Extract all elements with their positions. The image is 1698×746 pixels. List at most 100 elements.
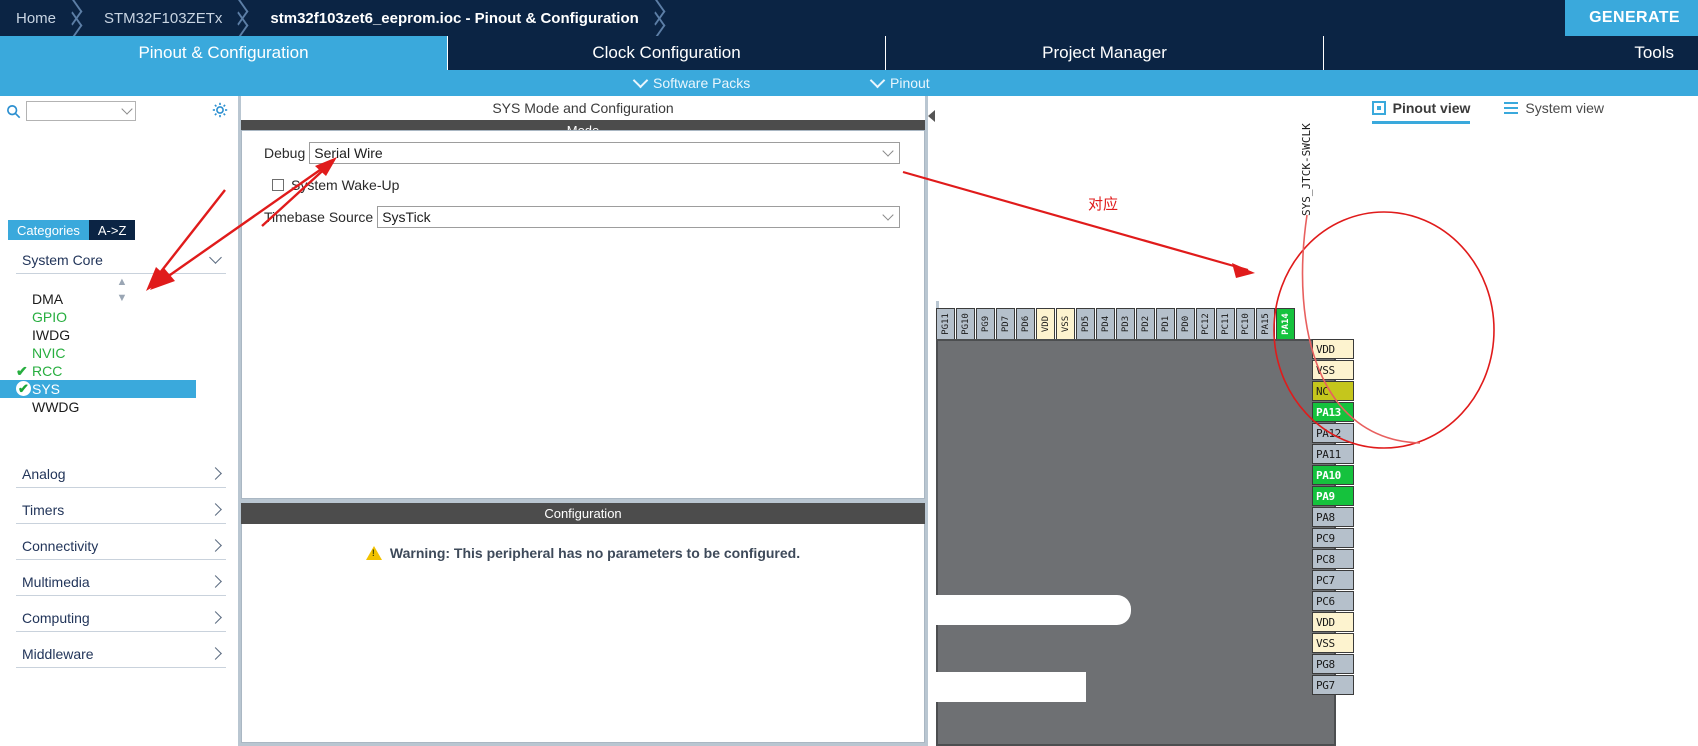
pin-label: PA14 <box>1280 313 1291 335</box>
mode-card: SYS Mode and Configuration Mode Debug Se… <box>241 96 925 499</box>
pin-pd3[interactable]: PD3 <box>1116 308 1135 340</box>
tab-categories[interactable]: Categories <box>8 220 89 240</box>
pin-pg9[interactable]: PG9 <box>976 308 995 340</box>
pin-vss-2[interactable]: VSS <box>1312 633 1354 653</box>
sidebar-item-rcc[interactable]: ✔ RCC <box>16 362 226 380</box>
sidebar-group-analog[interactable]: Analog <box>16 460 226 488</box>
debug-select[interactable]: Serial Wire <box>309 142 900 164</box>
pin-vss[interactable]: VSS <box>1312 360 1354 380</box>
system-wakeup-checkbox[interactable] <box>272 179 284 191</box>
sidebar-item-gpio[interactable]: GPIO <box>16 308 226 326</box>
pin-pa14[interactable]: PA14 <box>1276 308 1295 340</box>
sidebar-group-label: Analog <box>22 465 66 482</box>
tab-system-view[interactable]: System view <box>1504 100 1604 124</box>
breadcrumb-item-mcu[interactable]: STM32F103ZETx <box>88 0 228 36</box>
timebase-select[interactable]: SysTick <box>377 206 900 228</box>
configuration-body: Warning: This peripheral has no paramete… <box>241 524 925 743</box>
sidebar-item-label: RCC <box>32 363 63 379</box>
tab-pinout-configuration[interactable]: Pinout & Configuration <box>0 36 447 70</box>
generate-code-button[interactable]: GENERATE <box>1565 0 1698 36</box>
pin-pa13[interactable]: PA13 SYS_JTMS-SWDIO <box>1312 402 1449 422</box>
tab-pinout-view[interactable]: Pinout view <box>1371 100 1470 124</box>
sidebar-item-wwdg[interactable]: WWDG <box>16 398 226 416</box>
sidebar-group-timers[interactable]: Timers <box>16 496 226 524</box>
pin-label: PG8 <box>1316 657 1335 671</box>
pinout-menu[interactable]: Pinout <box>869 72 930 91</box>
search-input[interactable] <box>26 101 136 121</box>
system-wakeup-row[interactable]: System Wake-Up <box>242 175 924 195</box>
pin-pa9[interactable]: PA9 USART1_TX <box>1312 486 1417 506</box>
timebase-row: Timebase Source SysTick <box>242 205 924 229</box>
list-icon <box>1504 101 1519 115</box>
pin-label: PG7 <box>1316 678 1335 692</box>
breadcrumb-bar: Home STM32F103ZETx stm32f103zet6_eeprom.… <box>0 0 1698 36</box>
sidebar-group-connectivity[interactable]: Connectivity <box>16 532 226 560</box>
pin-pc8[interactable]: PC8 <box>1312 549 1354 569</box>
sidebar-group-system-core[interactable]: System Core <box>16 246 226 274</box>
pin-pa11[interactable]: PA11 <box>1312 444 1354 464</box>
pin-vdd-top[interactable]: VDD <box>1036 308 1055 340</box>
panel-splitter[interactable] <box>928 96 936 746</box>
pin-pd6[interactable]: PD6 <box>1016 308 1035 340</box>
pin-pa15[interactable]: PA15 <box>1256 308 1275 340</box>
breadcrumb-item-home[interactable]: Home <box>0 0 62 36</box>
chevron-right-icon <box>209 503 222 516</box>
software-packs-menu[interactable]: Software Packs <box>632 72 750 91</box>
pin-pa8[interactable]: PA8 <box>1312 507 1354 527</box>
pin-pc9[interactable]: PC9 <box>1312 528 1354 548</box>
pin-pc6[interactable]: PC6 <box>1312 591 1354 611</box>
tab-project-manager[interactable]: Project Manager <box>885 36 1323 70</box>
sidebar-group-middleware[interactable]: Middleware <box>16 640 226 668</box>
gear-icon[interactable] <box>212 102 228 122</box>
tab-a-to-z[interactable]: A->Z <box>88 220 136 240</box>
breadcrumb-item-project[interactable]: stm32f103zet6_eeprom.ioc - Pinout & Conf… <box>254 0 644 36</box>
pin-pa12[interactable]: PA12 <box>1312 423 1354 443</box>
sidebar-group-computing[interactable]: Computing <box>16 604 226 632</box>
sidebar-item-label: SYS <box>32 381 61 397</box>
sidebar-item-iwdg[interactable]: IWDG <box>16 326 226 344</box>
scroll-spinner[interactable]: ▲ ▼ <box>16 274 226 304</box>
pin-pd5[interactable]: PD5 <box>1076 308 1095 340</box>
sidebar-item-sys[interactable]: ✔ SYS <box>0 380 196 398</box>
warning-icon <box>365 546 382 560</box>
pin-label: PD2 <box>1140 315 1151 333</box>
pin-pg7[interactable]: PG7 <box>1312 675 1354 695</box>
pin-pd0[interactable]: PD0 <box>1176 308 1195 340</box>
warning-message: Warning: This peripheral has no paramete… <box>242 545 924 561</box>
pin-label: PC9 <box>1316 531 1335 545</box>
pin-pc7[interactable]: PC7 <box>1312 570 1354 590</box>
sidebar-item-dma[interactable]: DMA <box>16 290 226 308</box>
sidebar-item-nvic[interactable]: NVIC <box>16 344 226 362</box>
pin-label: VSS <box>1316 636 1335 650</box>
chevron-right-icon <box>209 611 222 624</box>
pin-vdd-2[interactable]: VDD <box>1312 612 1354 632</box>
pin-nc[interactable]: NC <box>1312 381 1354 401</box>
tab-tools[interactable]: Tools <box>1323 36 1698 70</box>
tab-clock-configuration[interactable]: Clock Configuration <box>447 36 885 70</box>
pin-pc12[interactable]: PC12 <box>1196 308 1215 340</box>
sidebar-view-tabs: Categories A->Z <box>8 220 136 240</box>
chevron-down-icon <box>121 103 133 115</box>
pin-pd4[interactable]: PD4 <box>1096 308 1115 340</box>
pin-label: VDD <box>1316 615 1335 629</box>
pin-pd7[interactable]: PD7 <box>996 308 1015 340</box>
pin-pg11[interactable]: PG11 <box>936 308 955 340</box>
pin-vdd[interactable]: VDD <box>1312 339 1354 359</box>
pin-pd1[interactable]: PD1 <box>1156 308 1175 340</box>
system-wakeup-label: System Wake-Up <box>291 177 400 193</box>
pin-pd2[interactable]: PD2 <box>1136 308 1155 340</box>
pin-pa10[interactable]: PA10 USART1_RX <box>1312 465 1417 485</box>
pin-pg8[interactable]: PG8 <box>1312 654 1354 674</box>
peripheral-sidebar: Categories A->Z System Core ▲ ▼ DMA GPIO … <box>0 96 238 746</box>
chevron-right-icon <box>209 539 222 552</box>
pin-signal-label: USART1_TX <box>1361 490 1418 503</box>
splitter-collapse-icon[interactable] <box>928 110 935 122</box>
pin-pc10[interactable]: PC10 <box>1236 308 1255 340</box>
pin-vss-top[interactable]: VSS <box>1056 308 1075 340</box>
sidebar-group-label: System Core <box>22 251 103 268</box>
timebase-value: SysTick <box>382 209 431 225</box>
pin-pg10[interactable]: PG10 <box>956 308 975 340</box>
pin-pc11[interactable]: PC11 <box>1216 308 1235 340</box>
sidebar-group-multimedia[interactable]: Multimedia <box>16 568 226 596</box>
pin-label: VDD <box>1316 342 1335 356</box>
